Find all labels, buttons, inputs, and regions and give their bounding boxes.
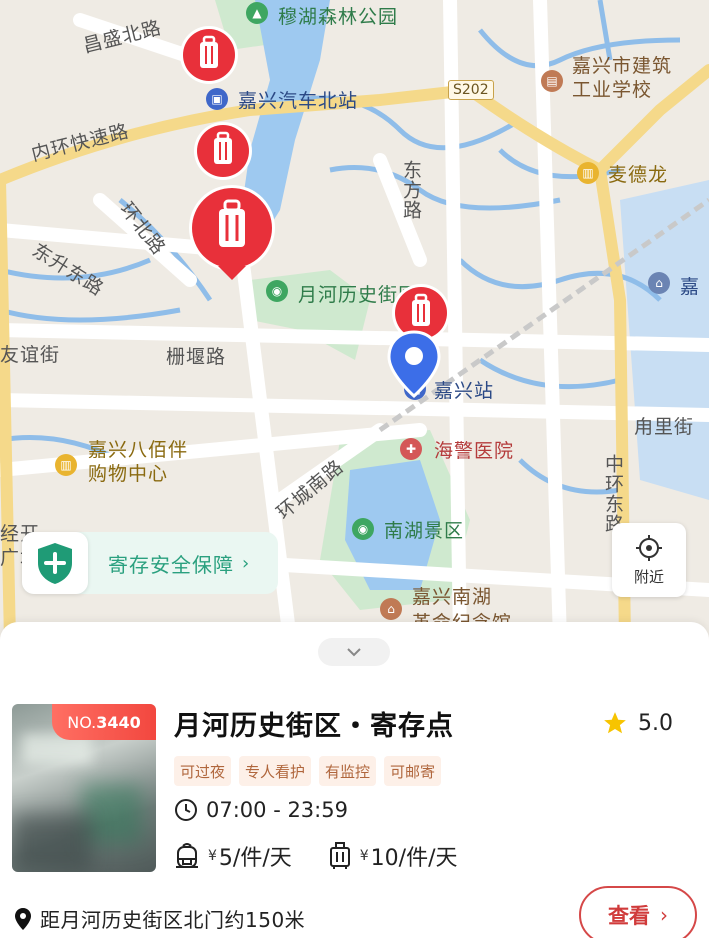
store-name: 月河历史街区・寄存点 [174,711,454,742]
current-location-pin [387,330,441,398]
map-label-jiaxing-station: 嘉兴站 [434,380,495,402]
school-icon: ▤ [541,70,563,92]
map-label-middle-ring-east: 中环东路 [602,454,624,534]
luggage-pin-1[interactable] [178,24,240,90]
map-label-yongli-street: 甪里街 [634,416,695,438]
hospital-icon: ✚ [400,438,422,460]
mall-icon: ▥ [55,454,77,476]
luggage-pin-2[interactable] [192,120,254,186]
price-backpack-text: 5/件/天 [218,846,292,871]
nearby-label: 附近 [633,567,664,586]
view-button[interactable]: 查看 › [579,886,697,938]
locate-icon [636,534,662,561]
opening-hours: 07:00 - 23:59 [174,798,348,822]
shield-icon [22,532,88,594]
chevron-right-icon: › [660,903,668,927]
suitcase-icon [329,842,350,869]
feature-tag: 专人看护 [239,756,312,786]
feature-tag: 有监控 [319,756,377,786]
map-label-metro: 麦德龙 [608,164,669,186]
location-pin-icon [15,907,31,930]
tree-icon: ▲ [246,2,268,24]
store-rating: 5.0 [602,710,673,736]
memorial-icon: ⌂ [380,598,402,620]
store-detail-sheet: NO. 3440 月河历史街区・寄存点 5.0 可过夜 专人看护 有监控 可邮寄 … [0,622,709,938]
badge-number: 3440 [96,712,141,732]
map-label-nanhu: 南湖景区 [384,520,465,542]
luggage-pin-selected[interactable] [186,182,278,282]
map-label-hospital: 海警医院 [434,440,515,462]
map-label-bus-station: 嘉兴汽车北站 [238,90,359,112]
map-view[interactable]: ▲ ▣ ▤ ▥ ◉ ⌂ ▦ ✚ ▥ ◉ ⌂ 穆湖森林公园 昌盛北路 嘉兴汽车北站… [0,0,709,640]
building-icon: ⌂ [648,272,670,294]
map-label-bapaiban: 嘉兴八佰伴 购物中心 [88,439,189,485]
collapse-handle[interactable] [318,638,390,666]
map-label-park: 穆湖森林公园 [278,6,399,28]
badge-prefix: NO. [67,712,97,732]
chevron-down-icon [347,648,361,657]
map-label-dongfang-road: 东方路 [400,160,422,220]
safety-guarantee-banner[interactable]: 寄存安全保障 › [22,532,278,594]
currency-symbol: ¥ [208,848,217,864]
currency-symbol: ¥ [359,848,369,864]
map-label-zhayan-road: 栅堰路 [166,346,227,368]
opening-hours-text: 07:00 - 23:59 [206,798,348,822]
park-icon: ◉ [352,518,374,540]
safety-guarantee-label: 寄存安全保障 [108,552,234,577]
price-backpack: ¥ 5/件/天 [174,840,292,872]
clock-icon [175,799,197,821]
map-label-jia: 嘉 [680,276,701,298]
nearby-button[interactable]: 附近 [612,523,686,597]
park-icon: ◉ [266,280,288,302]
mall-icon: ▥ [577,162,599,184]
star-icon [604,712,626,734]
price-suitcase-text: 10/件/天 [370,846,458,871]
feature-tags: 可过夜 专人看护 有监控 可邮寄 [174,756,442,786]
feature-tag: 可邮寄 [384,756,442,786]
backpack-icon [176,843,198,868]
map-label-school: 嘉兴市建筑 工业学校 [572,55,673,101]
distance-text: 距月河历史街区北门约150米 [40,908,306,932]
distance-info: 距月河历史街区北门约150米 [14,904,305,933]
rating-value: 5.0 [638,710,673,736]
bus-icon: ▣ [206,88,228,110]
feature-tag: 可过夜 [174,756,232,786]
map-label-youyi-street: 友谊街 [0,344,61,366]
price-suitcase: ¥ 10/件/天 [328,840,458,872]
road-badge-s202: S202 [448,80,494,100]
view-button-label: 查看 [608,904,650,928]
store-number-badge: NO. 3440 [52,704,156,740]
price-list: ¥ 5/件/天 ¥ 10/件/天 [174,840,494,872]
chevron-right-icon: › [242,552,250,574]
